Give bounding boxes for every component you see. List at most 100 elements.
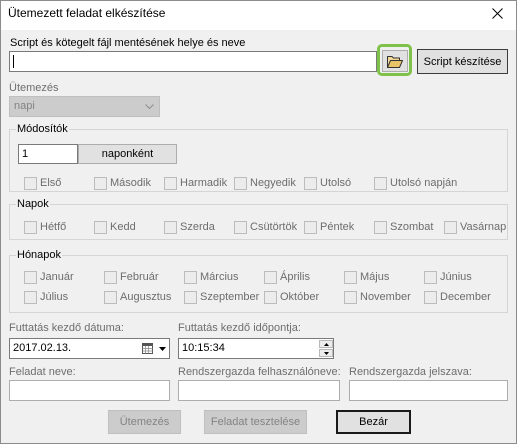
test-task-button[interactable]: Feladat tesztelése (204, 410, 307, 434)
checkbox-saturday[interactable]: Szombat (374, 220, 433, 234)
checkbox-tuesday[interactable]: Kedd (94, 220, 136, 234)
interval-input[interactable] (18, 144, 78, 164)
start-date-picker[interactable]: 2017.02.13. (9, 338, 170, 359)
checkbox-box[interactable] (374, 176, 387, 190)
close-dialog-button[interactable]: Bezár (336, 410, 411, 434)
date-dropdown-button[interactable] (155, 339, 169, 358)
start-time-label: Futtatás kezdő időpontja: (178, 322, 301, 334)
start-time-picker[interactable]: 10:15:34 (178, 338, 334, 359)
checkbox-january[interactable]: Január (24, 270, 74, 284)
start-time-value: 10:15:34 (182, 342, 225, 354)
checkbox-july[interactable]: Július (24, 290, 68, 304)
admin-username-input[interactable] (178, 380, 340, 401)
schedule-selected-value: napi (14, 100, 35, 112)
spin-down-button[interactable] (319, 349, 333, 357)
task-name-label: Feladat neve: (9, 366, 76, 378)
arrow-up-icon (323, 342, 329, 346)
checkbox-box[interactable] (344, 290, 357, 304)
checkbox-box[interactable] (104, 290, 117, 304)
checkbox-label: Negyedik (250, 177, 296, 189)
checkbox-december[interactable]: December (424, 290, 491, 304)
create-script-button[interactable]: Script készítése (417, 49, 508, 74)
checkbox-box[interactable] (184, 270, 197, 284)
checkbox-label: Első (40, 177, 62, 189)
checkbox-box[interactable] (304, 176, 317, 190)
checkbox-box[interactable] (24, 270, 37, 284)
checkbox-april[interactable]: Április (264, 270, 310, 284)
checkbox-june[interactable]: Június (424, 270, 472, 284)
close-icon (491, 7, 503, 19)
calendar-icon[interactable] (142, 343, 153, 354)
script-path-input[interactable] (9, 51, 377, 72)
checkbox-label: Október (280, 291, 320, 303)
admin-password-label: Rendszergazda jelszava: (349, 366, 472, 378)
checkbox-february[interactable]: Február (104, 270, 159, 284)
checkbox-label: December (440, 291, 491, 303)
months-group-label: Hónapok (16, 248, 63, 262)
checkbox-wednesday[interactable]: Szerda (164, 220, 215, 234)
start-date-value: 2017.02.13. (13, 342, 72, 354)
checkbox-box[interactable] (304, 220, 317, 234)
checkbox-september[interactable]: Szeptember (184, 290, 259, 304)
checkbox-november[interactable]: November (344, 290, 411, 304)
time-spinner[interactable] (319, 340, 333, 357)
days-group-label: Napok (16, 197, 50, 211)
checkbox-second[interactable]: Második (94, 176, 151, 190)
task-name-input[interactable] (9, 380, 170, 401)
checkbox-box[interactable] (374, 220, 387, 234)
checkbox-label: Július (40, 291, 69, 303)
checkbox-label: Kedd (110, 221, 136, 233)
checkbox-friday[interactable]: Péntek (304, 220, 354, 234)
checkbox-may[interactable]: Május (344, 270, 389, 284)
checkbox-sunday[interactable]: Vasárnap (444, 220, 506, 234)
checkbox-box[interactable] (104, 270, 117, 284)
checkbox-last-day[interactable]: Utolsó napján (374, 176, 457, 190)
checkbox-box[interactable] (344, 270, 357, 284)
checkbox-last[interactable]: Utolsó (304, 176, 351, 190)
start-date-label: Futtatás kezdő dátuma: (9, 322, 124, 334)
checkbox-august[interactable]: Augusztus (104, 290, 171, 304)
checkbox-box[interactable] (424, 290, 437, 304)
checkbox-box[interactable] (24, 176, 37, 190)
admin-password-input[interactable] (349, 380, 508, 401)
checkbox-label: Harmadik (180, 177, 228, 189)
checkbox-box[interactable] (24, 220, 37, 234)
schedule-label: Ütemezés (9, 82, 59, 94)
checkbox-october[interactable]: Október (264, 290, 319, 304)
checkbox-label: Február (120, 271, 159, 283)
checkbox-third[interactable]: Harmadik (164, 176, 227, 190)
checkbox-label: Szeptember (200, 291, 260, 303)
checkbox-monday[interactable]: Hétfő (24, 220, 66, 234)
checkbox-thursday[interactable]: Csütörtök (234, 220, 297, 234)
script-path-label: Script és kötegelt fájl mentésének helye… (10, 37, 246, 49)
months-group: Hónapok (9, 248, 508, 313)
checkbox-box[interactable] (264, 290, 277, 304)
browse-folder-button[interactable] (382, 50, 408, 72)
checkbox-box[interactable] (94, 220, 107, 234)
checkbox-fourth[interactable]: Negyedik (234, 176, 296, 190)
checkbox-label: Január (40, 271, 74, 283)
checkbox-box[interactable] (94, 176, 107, 190)
checkbox-box[interactable] (444, 220, 457, 234)
interval-unit-button[interactable]: naponként (78, 144, 177, 164)
checkbox-box[interactable] (424, 270, 437, 284)
checkbox-box[interactable] (184, 290, 197, 304)
checkbox-label: Április (280, 271, 310, 283)
schedule-dropdown[interactable]: napi (9, 96, 160, 117)
checkbox-box[interactable] (234, 176, 247, 190)
checkbox-box[interactable] (24, 290, 37, 304)
checkbox-box[interactable] (264, 270, 277, 284)
checkbox-label: Szerda (180, 221, 215, 233)
close-button[interactable] (484, 2, 510, 24)
checkbox-box[interactable] (234, 220, 247, 234)
checkbox-label: Március (200, 271, 239, 283)
checkbox-label: Augusztus (120, 291, 172, 303)
checkbox-box[interactable] (164, 220, 177, 234)
checkbox-box[interactable] (164, 176, 177, 190)
spin-up-button[interactable] (319, 340, 333, 348)
arrow-down-icon (323, 351, 329, 355)
schedule-button[interactable]: Ütemezés (108, 410, 181, 434)
checkbox-first[interactable]: Első (24, 176, 61, 190)
dropdown-arrow-icon (158, 346, 166, 351)
checkbox-march[interactable]: Március (184, 270, 239, 284)
